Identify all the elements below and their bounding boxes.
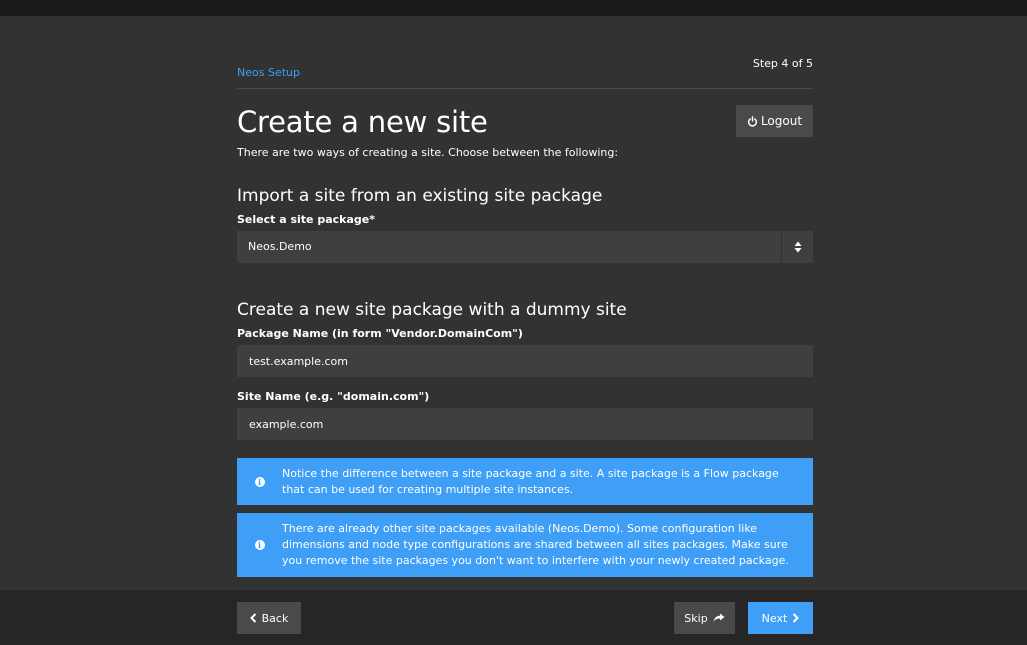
site-name-input[interactable]	[237, 408, 813, 440]
title-row: Create a new site Logout	[237, 89, 813, 147]
back-label: Back	[262, 612, 289, 625]
logout-label: Logout	[761, 114, 802, 128]
package-name-label: Package Name (in form "Vendor.DomainCom"…	[237, 327, 523, 340]
site-package-value: Neos.Demo	[237, 231, 781, 263]
package-name-input[interactable]	[237, 345, 813, 377]
intro-text: There are two ways of creating a site. C…	[237, 146, 618, 159]
skip-label: Skip	[684, 612, 707, 625]
notice-text: There are already other site packages av…	[282, 521, 813, 569]
import-heading: Import a site from an existing site pack…	[237, 186, 602, 206]
share-arrow-icon	[713, 613, 725, 623]
info-circle-icon: i	[237, 477, 282, 487]
step-indicator: Step 4 of 5	[753, 57, 813, 70]
sort-arrows-icon	[781, 231, 813, 263]
setup-content: Neos Setup Step 4 of 5 Create a new site…	[237, 16, 813, 147]
next-button[interactable]: Next	[748, 602, 813, 634]
site-package-label: Select a site package*	[237, 213, 375, 226]
next-label: Next	[762, 612, 788, 625]
wizard-footer: Back Skip Next	[0, 589, 1027, 645]
chevron-left-icon	[250, 613, 257, 623]
setup-header: Neos Setup Step 4 of 5	[237, 16, 813, 89]
create-heading: Create a new site package with a dummy s…	[237, 300, 627, 320]
top-bar	[0, 0, 1027, 16]
notice-existing-packages: i There are already other site packages …	[237, 513, 813, 577]
neos-setup-link[interactable]: Neos Setup	[237, 66, 300, 79]
site-package-select[interactable]: Neos.Demo	[237, 231, 813, 263]
chevron-right-icon	[792, 613, 799, 623]
notice-text: Notice the difference between a site pac…	[282, 466, 813, 498]
page-title: Create a new site	[237, 105, 488, 139]
back-button[interactable]: Back	[237, 602, 301, 634]
power-icon	[747, 116, 758, 127]
skip-button[interactable]: Skip	[674, 602, 735, 634]
logout-button[interactable]: Logout	[736, 105, 813, 137]
site-name-label: Site Name (e.g. "domain.com")	[237, 390, 429, 403]
info-circle-icon: i	[237, 540, 282, 550]
notice-site-package: i Notice the difference between a site p…	[237, 458, 813, 505]
